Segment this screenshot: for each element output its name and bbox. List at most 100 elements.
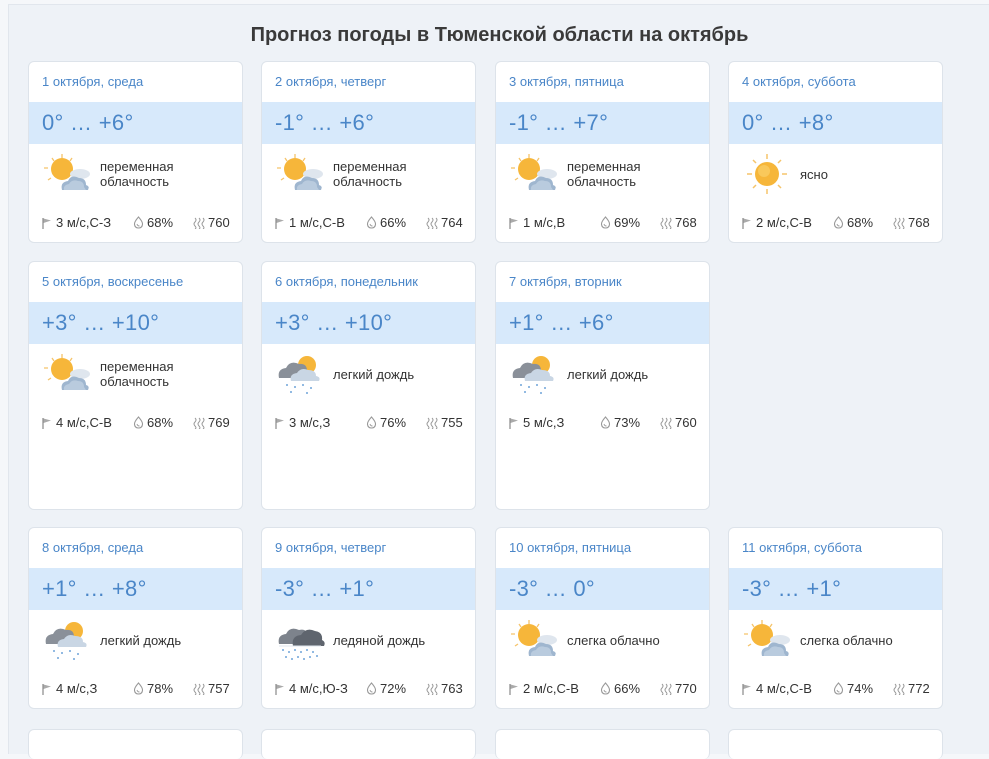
wind: 2 м/с,С-В [508, 681, 579, 696]
temperature-range: -3° … +1° [275, 576, 375, 601]
day-card[interactable]: 10 октября, пятница -3° … 0° слегка обла… [495, 527, 710, 709]
pressure-value: 768 [908, 215, 930, 230]
day-card[interactable]: 5 октября, воскресенье +3° … +10° переме… [28, 261, 243, 510]
humidity-value: 69% [614, 215, 641, 230]
pressure-icon [193, 417, 205, 430]
pressure: 768 [893, 215, 930, 230]
humidity: 66% [366, 215, 406, 230]
pressure-icon [660, 217, 672, 230]
pressure-value: 768 [675, 215, 697, 230]
wind-flag-icon [742, 684, 751, 695]
temperature-band: -1° … +6° [262, 102, 475, 144]
humidity: 73% [600, 415, 640, 430]
temperature-range: 0° … +8° [742, 110, 834, 135]
temperature-range: +3° … +10° [42, 310, 160, 335]
day-card[interactable]: 9 октября, четверг -3° … +1° ледяной дож… [261, 527, 476, 709]
humidity: 69% [600, 215, 640, 230]
humidity-value: 72% [380, 681, 407, 696]
temperature-band: +1° … +6° [496, 302, 709, 344]
humidity-drop-icon [366, 682, 377, 695]
humidity-drop-icon [133, 216, 144, 229]
wind-flag-icon [509, 684, 518, 695]
pressure-icon [193, 217, 205, 230]
day-date: 7 октября, вторник [509, 274, 622, 289]
humidity-drop-icon [600, 682, 611, 695]
day-card-partial[interactable] [261, 729, 476, 759]
humidity: 72% [366, 681, 406, 696]
forecast-page: Прогноз погоды в Тюменской области на ок… [8, 4, 989, 759]
humidity: 76% [366, 415, 406, 430]
wind-value: 2 м/с,С-В [523, 681, 579, 696]
humidity-drop-icon [366, 216, 377, 229]
humidity-value: 76% [380, 415, 407, 430]
wind-flag-icon [275, 684, 284, 695]
temperature-band: -3° … +1° [262, 568, 475, 610]
temperature-range: -1° … +7° [509, 110, 609, 135]
humidity-drop-icon [600, 216, 611, 229]
weather-condition: легкий дождь [100, 633, 182, 648]
temperature-band: 0° … +6° [29, 102, 242, 144]
temperature-band: -1° … +7° [496, 102, 709, 144]
wind: 3 м/с,З [274, 415, 330, 430]
humidity: 68% [833, 215, 873, 230]
day-card[interactable]: 8 октября, среда +1° … +8° легкий дождь … [28, 527, 243, 709]
day-card-partial[interactable] [495, 729, 710, 759]
weather-condition: легкий дождь [567, 367, 649, 382]
pressure-value: 769 [208, 415, 230, 430]
day-card[interactable]: 1 октября, среда 0° … +6° переменная обл… [28, 61, 243, 243]
temperature-band: -3° … +1° [729, 568, 942, 610]
pressure: 757 [193, 681, 230, 696]
wind: 2 м/с,С-В [741, 215, 812, 230]
day-date: 2 октября, четверг [275, 74, 387, 89]
day-card[interactable]: 3 октября, пятница -1° … +7° переменная … [495, 61, 710, 243]
day-card[interactable]: 7 октября, вторник +1° … +6° легкий дожд… [495, 261, 710, 510]
weather-condition: переменная облачность [567, 159, 641, 189]
humidity: 74% [833, 681, 873, 696]
pressure-value: 760 [208, 215, 230, 230]
wind-flag-icon [275, 418, 284, 429]
day-card-partial[interactable] [28, 729, 243, 759]
pressure-icon [660, 417, 672, 430]
pressure-value: 772 [908, 681, 930, 696]
wind-value: 1 м/с,С-В [289, 215, 345, 230]
day-card-partial[interactable] [728, 729, 943, 759]
day-card[interactable]: 2 октября, четверг -1° … +6° переменная … [261, 61, 476, 243]
wind: 1 м/с,С-В [274, 215, 345, 230]
humidity: 68% [133, 415, 173, 430]
humidity-drop-icon [366, 416, 377, 429]
weather-stats: 3 м/с,З 76% 755 [274, 415, 469, 431]
humidity-drop-icon [600, 416, 611, 429]
humidity-value: 73% [614, 415, 641, 430]
weather-stats: 4 м/с,С-В 68% 769 [41, 415, 236, 431]
temperature-band: 0° … +8° [729, 102, 942, 144]
humidity-value: 66% [380, 215, 407, 230]
partly-cloudy-icon [40, 352, 94, 396]
wind-flag-icon [509, 418, 518, 429]
wind-flag-icon [509, 218, 518, 229]
freezing-rain-icon [273, 618, 327, 662]
pressure: 760 [660, 415, 697, 430]
day-card[interactable]: 4 октября, суббота 0° … +8° ясно 2 м/с,С… [728, 61, 943, 243]
temperature-range: 0° … +6° [42, 110, 134, 135]
pressure-icon [893, 683, 905, 696]
humidity: 78% [133, 681, 173, 696]
pressure: 768 [660, 215, 697, 230]
pressure: 763 [426, 681, 463, 696]
pressure-value: 764 [441, 215, 463, 230]
light-rain-icon [40, 618, 94, 662]
humidity-value: 68% [147, 215, 174, 230]
wind: 1 м/с,В [508, 215, 565, 230]
wind: 5 м/с,З [508, 415, 564, 430]
day-date: 5 октября, воскресенье [42, 274, 184, 289]
wind-value: 4 м/с,С-В [756, 681, 812, 696]
wind-value: 3 м/с,С-З [56, 215, 112, 230]
pressure-value: 763 [441, 681, 463, 696]
weather-stats: 4 м/с,З 78% 757 [41, 681, 236, 697]
humidity-value: 78% [147, 681, 174, 696]
wind-flag-icon [275, 218, 284, 229]
day-card[interactable]: 6 октября, понедельник +3° … +10° легкий… [261, 261, 476, 510]
humidity-value: 68% [847, 215, 874, 230]
wind-value: 2 м/с,С-В [756, 215, 812, 230]
day-card[interactable]: 11 октября, суббота -3° … +1° слегка обл… [728, 527, 943, 709]
humidity: 68% [133, 215, 173, 230]
